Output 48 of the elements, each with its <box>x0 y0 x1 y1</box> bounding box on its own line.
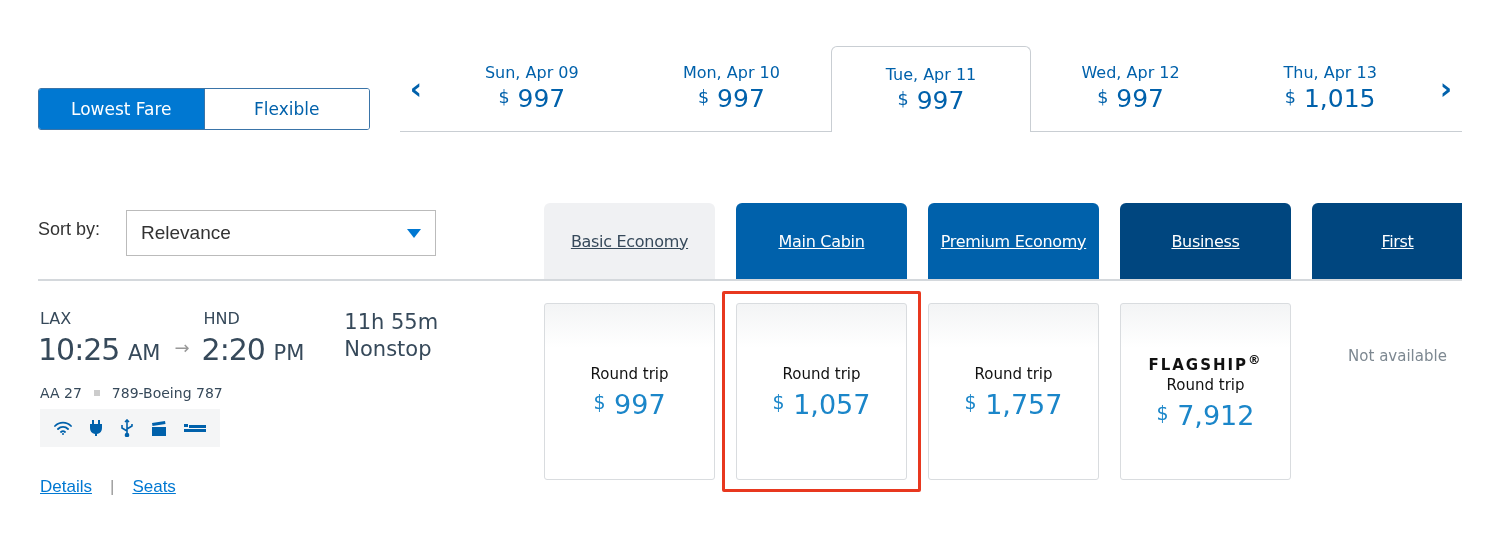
fare-type: Round trip <box>974 365 1053 383</box>
flight-link[interactable]: Details <box>40 477 92 497</box>
flight-duration: 11h 55m <box>344 309 439 336</box>
fare-type: Round trip <box>1166 376 1245 394</box>
fare-price: $^{$}$ 7,912 <box>1156 400 1255 431</box>
cabin-header[interactable]: Main Cabin <box>736 203 907 279</box>
cabin-header[interactable]: Premium Economy <box>928 203 1099 279</box>
fare-price: $^{$}$ 1,057 <box>772 389 871 420</box>
fare-card[interactable]: FLAGSHIP$^{®}$ Round trip $^{$}$ 7,912 <box>1120 303 1291 480</box>
next-dates-button[interactable]: › <box>1430 46 1462 131</box>
flight-link[interactable]: Seats <box>132 477 176 497</box>
sort-label: Sort by: <box>38 218 101 240</box>
stops-label: Nonstop <box>344 336 433 364</box>
not-available-label: Not available <box>1348 347 1447 365</box>
origin-code: LAX <box>40 309 73 328</box>
fare-type: Round trip <box>782 365 861 383</box>
fare-card[interactable]: Round trip $^{$}$ 997 <box>544 303 715 480</box>
fare-price: $^{$}$ 997 <box>593 389 666 420</box>
sort-dropdown[interactable]: Relevance <box>126 210 437 256</box>
date-tab[interactable]: Sun, Apr 09 $^{$}$ 997 <box>432 46 632 132</box>
arrow-icon: → <box>174 337 190 358</box>
aircraft-type: 789-Boeing 787 <box>111 385 223 401</box>
fare-type: Round trip <box>590 365 669 383</box>
power-plug-icon <box>89 420 103 436</box>
flagship-label: FLAGSHIP$^{®}$ <box>1148 352 1263 374</box>
date-tab[interactable]: Tue, Apr 11 $^{$}$ 997 <box>831 46 1031 132</box>
cabin-header[interactable]: Business <box>1120 203 1291 279</box>
fare-toggle-option[interactable]: Lowest Fare <box>39 89 204 129</box>
caret-icon <box>407 228 422 238</box>
flat-bed-icon <box>184 423 206 433</box>
usb-icon <box>120 419 134 437</box>
cabin-header[interactable]: First <box>1312 203 1462 279</box>
wifi-icon <box>54 421 72 435</box>
fare-card[interactable]: Round trip $^{$}$ 1,057 <box>736 303 907 480</box>
destination-code: HND <box>203 309 241 328</box>
fare-price: $^{$}$ 1,757 <box>964 389 1063 420</box>
arrival-time: 2:20 PM <box>201 332 305 367</box>
previous-dates-button[interactable]: ‹ <box>400 46 432 131</box>
flight-number: AA 27 <box>40 385 82 401</box>
fare-toggle-option[interactable]: Flexible <box>203 89 369 129</box>
cabin-header[interactable]: Basic Economy <box>544 203 715 279</box>
date-tab[interactable]: Mon, Apr 10 $^{$}$ 997 <box>631 46 832 132</box>
video-icon <box>151 420 167 436</box>
link-separator: | <box>109 477 115 497</box>
date-tab[interactable]: Thu, Apr 13 $^{$}$ 1,015 <box>1230 46 1430 132</box>
date-tab[interactable]: Wed, Apr 12 $^{$}$ 997 <box>1030 46 1231 132</box>
departure-time: 10:25 AM <box>38 332 161 367</box>
fare-card[interactable]: Round trip $^{$}$ 1,757 <box>928 303 1099 480</box>
